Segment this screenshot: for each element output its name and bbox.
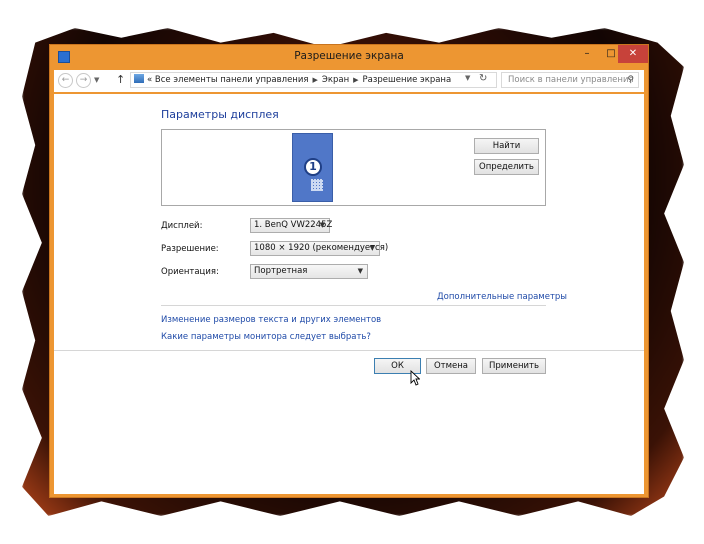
monitor-preview-area: 1 Найти Определить [161,129,546,206]
identify-button[interactable]: Определить [474,159,539,175]
cancel-button[interactable]: Отмена [426,358,476,374]
monitor-1-thumbnail[interactable]: 1 [292,133,333,202]
orientation-select[interactable]: Портретная ▼ [250,264,368,279]
close-button[interactable]: ✕ [618,45,648,63]
chevron-down-icon: ▼ [319,221,325,229]
orientation-select-value: Портретная [254,266,308,276]
refresh-icon[interactable]: ↻ [479,73,487,84]
resolution-window: Разрешение экрана – □ ✕ ← → ▼ ↑ « Все эл… [49,44,649,498]
content-pane: Параметры дисплея 1 Найти Определить Дис… [54,94,644,494]
control-panel-icon [134,74,144,83]
navigation-bar: ← → ▼ ↑ « Все элементы панели управления… [54,70,644,92]
recent-pages-chevron-icon[interactable]: ▼ [94,76,99,84]
breadcrumb-item[interactable]: Все элементы панели управления [155,75,309,85]
minimize-button[interactable]: – [575,45,599,63]
back-arrow-icon[interactable]: ← [58,73,73,88]
breadcrumb-separator-icon[interactable]: ▶ [353,76,358,84]
text-size-link[interactable]: Изменение размеров текста и других элеме… [161,315,381,325]
page-title: Параметры дисплея [161,108,279,121]
up-arrow-icon[interactable]: ↑ [116,73,125,86]
section-divider [161,305,546,306]
chevron-down-icon: ▼ [369,244,375,252]
mouse-cursor-icon [410,370,420,386]
display-label: Дисплей: [161,221,203,231]
forward-arrow-icon[interactable]: → [76,73,91,88]
address-dropdown-chevron-icon[interactable]: ▼ [465,74,470,82]
breadcrumb-item[interactable]: Экран [322,75,349,85]
chevron-down-icon: ▼ [357,267,363,275]
address-bar[interactable]: « Все элементы панели управления ▶ Экран ▶ Р… [130,72,497,88]
taskbar-grid-icon [311,179,323,191]
apply-button[interactable]: Применить [482,358,546,374]
monitor-number-badge: 1 [304,158,322,176]
footer-divider [54,350,644,351]
advanced-settings-link[interactable]: Дополнительные параметры [437,292,567,302]
resolution-select[interactable]: 1080 × 1920 (рекомендуется) ▼ [250,241,388,256]
search-input[interactable]: Поиск в панели управления ⚲ [501,72,639,88]
breadcrumb-item[interactable]: Разрешение экрана [363,75,452,85]
search-placeholder: Поиск в панели управления [508,75,634,85]
resolution-select-value: 1080 × 1920 (рекомендуется) [254,243,389,253]
monitor-help-link[interactable]: Какие параметры монитора следует выбрать… [161,332,371,342]
display-select[interactable]: 1. BenQ VW2245Z ▼ [250,218,332,233]
breadcrumb-overflow[interactable]: « [147,75,152,85]
orientation-label: Ориентация: [161,267,219,277]
search-icon[interactable]: ⚲ [627,73,634,87]
find-button[interactable]: Найти [474,138,539,154]
window-title: Разрешение экрана [294,50,404,62]
resolution-label: Разрешение: [161,244,219,254]
title-bar[interactable]: Разрешение экрана – □ ✕ [50,45,648,69]
breadcrumb-separator-icon[interactable]: ▶ [313,76,318,84]
